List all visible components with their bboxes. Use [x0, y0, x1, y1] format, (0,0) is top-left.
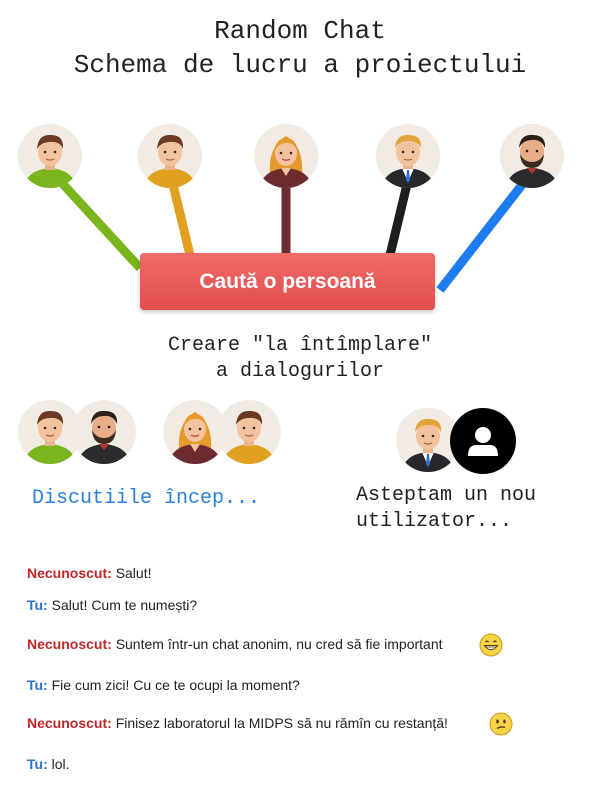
- confused-emoji-icon: [489, 712, 513, 736]
- avatar-man-green-icon: [18, 124, 82, 188]
- chat-speaker: Necunoscut:: [27, 715, 112, 731]
- connector-blue: [436, 169, 536, 293]
- avatar-man-orange-icon: [138, 124, 202, 188]
- random-caption-line1: Creare "la întîmplare": [167, 334, 433, 357]
- waiting-user-label: Asteptam un nou utilizator...: [356, 483, 596, 535]
- avatar-man-suit-icon: [376, 124, 440, 188]
- pair1-avatar-man-beard-icon: [72, 400, 136, 464]
- search-person-button[interactable]: Caută o persoană: [140, 253, 435, 310]
- chat-text: Salut!: [115, 565, 152, 581]
- chat-speaker: Necunoscut:: [27, 565, 112, 581]
- random-dialog-caption: Creare "la întîmplare" a dialogurilor: [0, 333, 600, 385]
- chat-text: lol.: [51, 756, 70, 772]
- avatar-woman-icon: [254, 124, 318, 188]
- chat-text: Salut! Cum te numești?: [51, 597, 198, 613]
- waiting-line1: Asteptam un nou: [356, 484, 537, 507]
- chat-message: Tu: lol.: [27, 756, 587, 772]
- random-caption-line2: a dialogurilor: [215, 360, 385, 383]
- chat-speaker: Tu:: [27, 756, 48, 772]
- chat-text: Fie cum zici! Cu ce te ocupi la moment?: [51, 677, 300, 693]
- chat-message: Necunoscut: Salut!: [27, 565, 587, 581]
- discussions-start-label: Discutiile încep...: [32, 487, 261, 510]
- avatar-man-beard-icon: [500, 124, 564, 188]
- pair2-avatar-man-orange-icon: [217, 400, 281, 464]
- chat-text: Finisez laboratorul la MIDPS să nu rămîn…: [115, 715, 448, 731]
- chat-speaker: Tu:: [27, 597, 48, 613]
- chat-speaker: Necunoscut:: [27, 636, 112, 652]
- chat-message: Tu: Salut! Cum te numești?: [27, 597, 587, 613]
- chat-speaker: Tu:: [27, 677, 48, 693]
- grinning-emoji-icon: [479, 633, 503, 657]
- chat-message: Necunoscut: Suntem într-un chat anonim, …: [27, 636, 587, 652]
- chat-text: Suntem într-un chat anonim, nu cred să f…: [115, 636, 443, 652]
- waiting-line2: utilizator...: [356, 510, 513, 533]
- unknown-user-icon: [450, 408, 516, 474]
- chat-message: Tu: Fie cum zici! Cu ce te ocupi la mome…: [27, 677, 587, 693]
